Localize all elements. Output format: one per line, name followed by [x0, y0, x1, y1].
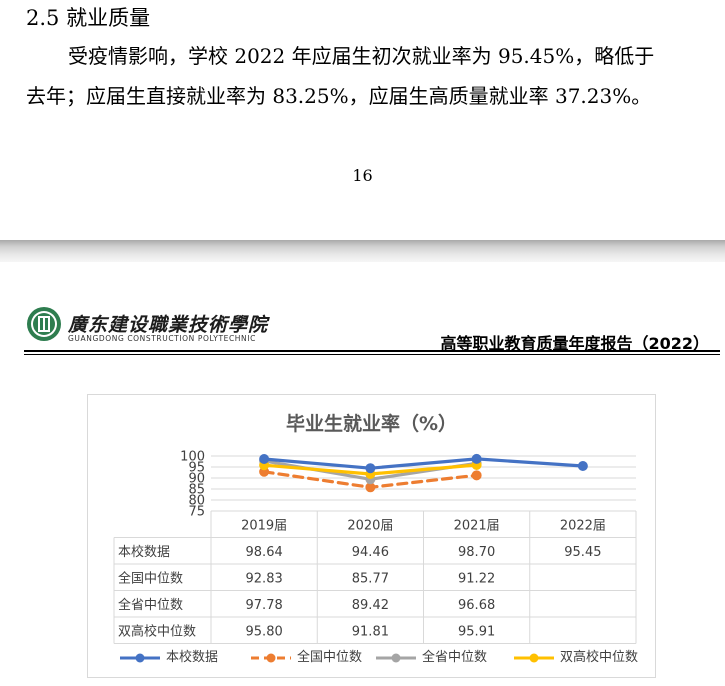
legend-swatch-icon: [514, 653, 554, 663]
data-point: [471, 470, 482, 481]
data-label: 95.80: [246, 624, 283, 639]
x-tick-label: 2019届: [241, 518, 287, 533]
employment-rate-chart: 毕业生就业率（%） 100 95 90 85 80 75 2019届 2020届 2021届 20…: [87, 394, 656, 678]
page-number: 16: [352, 166, 373, 185]
x-tick-label: 2020届: [347, 518, 393, 533]
data-point: [577, 461, 588, 472]
table-series-name: 本校数据: [118, 544, 170, 560]
section-heading: 2.5 就业质量: [26, 6, 151, 30]
table-series-name: 全省中位数: [118, 597, 183, 613]
legend-swatch-icon: [251, 653, 291, 663]
data-label: 94.46: [352, 545, 389, 560]
chart-canvas: 10095908580752019届 2020届 2021届 2022届本校数据 98.…: [113, 450, 637, 644]
legend-swatch-icon: [376, 653, 416, 663]
paragraph-line-2: 去年；应届生直接就业率为 83.25%，应届生高质量就业率 37.23%。: [26, 84, 652, 108]
school-name-en: GUANGDONG CONSTRUCTION POLYTECHNIC: [68, 334, 256, 343]
y-tick-label: 75: [188, 505, 205, 520]
data-label: 85.77: [352, 571, 389, 586]
legend-label: 全国中位数: [297, 650, 363, 665]
x-tick-label: 2021届: [454, 518, 500, 533]
header-rule-thin: [24, 354, 720, 355]
school-name-cn: 廣东建设職業技術學院: [68, 314, 269, 336]
legend-swatch-icon: [120, 653, 160, 663]
data-label: 91.22: [458, 571, 495, 586]
legend-label: 本校数据: [166, 650, 219, 665]
data-label: 91.81: [352, 624, 389, 639]
x-tick-label: 2022届: [560, 518, 606, 533]
data-label: 96.68: [458, 598, 495, 613]
legend-label: 全省中位数: [422, 650, 488, 665]
data-point: [471, 453, 482, 464]
chart-legend: 本校数据 全国中位数 全省中位数 双高校中位数: [88, 647, 655, 669]
data-point: [365, 463, 376, 474]
page-16: 2.5 就业质量 受疫情影响，学校 2022 年应届生初次就业率为 95.45%…: [0, 0, 725, 240]
paragraph-line-1: 受疫情影响，学校 2022 年应届生初次就业率为 95.45%，略低于: [68, 44, 655, 68]
table-series-name: 全国中位数: [118, 570, 183, 586]
data-label: 95.91: [458, 624, 495, 639]
table-series-name: 双高校中位数: [118, 623, 196, 639]
page-17: 廣东建设職業技術學院 GUANGDONG CONSTRUCTION POLYTE…: [0, 262, 725, 686]
employment-paragraph: 受疫情影响，学校 2022 年应届生初次就业率为 95.45%，略低于 去年；应…: [26, 36, 721, 116]
legend-label: 双高校中位数: [560, 650, 639, 665]
page-separator: [0, 240, 725, 262]
data-label: 89.42: [352, 598, 389, 613]
data-point: [259, 453, 270, 464]
data-label: 97.78: [246, 598, 283, 613]
header-rule: [24, 350, 720, 352]
data-label: 98.64: [246, 545, 283, 560]
school-logo-icon: [27, 307, 61, 341]
data-label: 95.45: [564, 545, 601, 560]
data-label: 98.70: [458, 545, 495, 560]
data-label: 92.83: [246, 571, 283, 586]
